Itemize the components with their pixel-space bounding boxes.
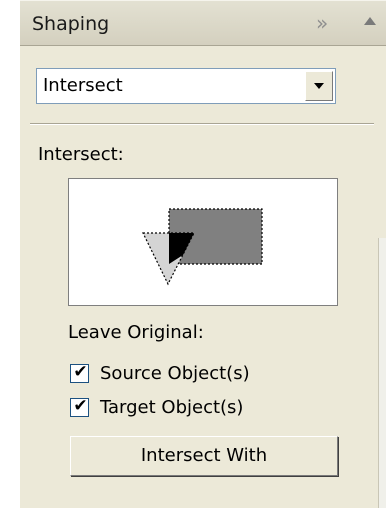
separator	[30, 123, 374, 125]
docker-titlebar: Shaping »	[20, 0, 386, 46]
target-objects-checkbox[interactable]: ✔	[70, 396, 89, 417]
intersect-preview-icon	[142, 208, 263, 286]
operation-preview	[68, 178, 338, 306]
leave-original-label: Leave Original:	[68, 322, 204, 343]
chevron-down-icon[interactable]	[305, 71, 333, 101]
source-objects-label: Source Object(s)	[100, 363, 250, 384]
intersect-with-button[interactable]: Intersect With	[70, 436, 338, 476]
checkmark-icon: ✔	[73, 362, 88, 382]
shaping-operation-select[interactable]: Intersect	[36, 68, 336, 104]
target-objects-label: Target Object(s)	[100, 397, 244, 418]
double-chevron-right-icon[interactable]: »	[316, 11, 328, 35]
shaping-docker: Shaping » Intersect Intersect: Leave Ori…	[20, 0, 386, 508]
scrollbar[interactable]	[378, 238, 386, 508]
source-objects-checkbox[interactable]: ✔	[70, 362, 89, 383]
section-label: Intersect:	[38, 144, 124, 165]
docker-title: Shaping	[32, 13, 110, 35]
select-value: Intersect	[43, 75, 123, 96]
checkmark-icon: ✔	[73, 396, 88, 416]
triangle-up-icon[interactable]	[364, 17, 376, 25]
